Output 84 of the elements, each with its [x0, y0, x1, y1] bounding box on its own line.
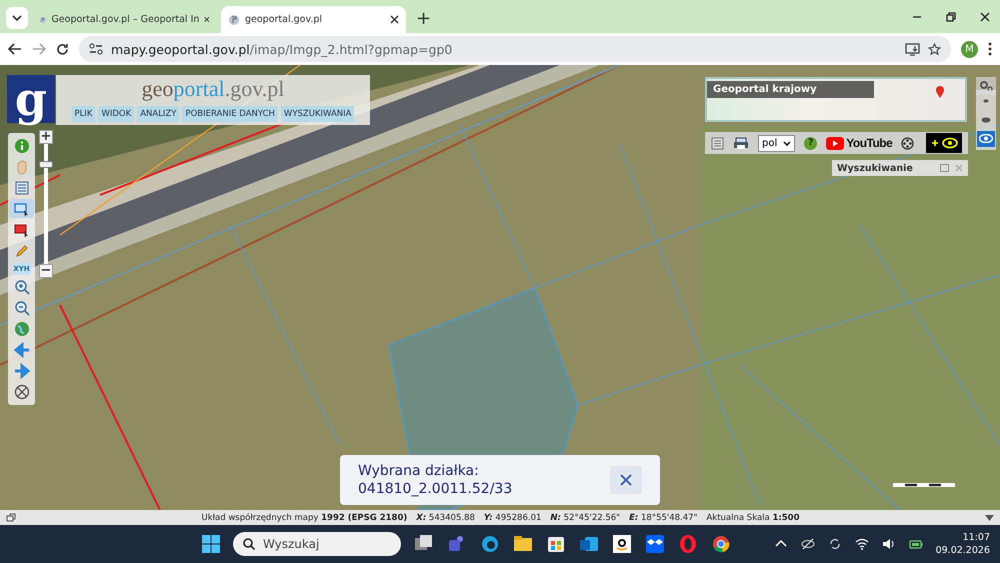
status-text: Układ współrzędnych mapy 1992 (EPSG 2180) — [201, 512, 408, 522]
status-text: Aktualna Skala 1:500 — [706, 512, 800, 522]
zoom-in-icon — [14, 278, 30, 295]
browser-tab[interactable]: geoportal.gov.pl — [221, 6, 406, 33]
crosshair-icon — [14, 384, 30, 400]
popup-title: Wybrana działka: — [358, 462, 480, 480]
clock[interactable]: 11:07 09.02.2026 — [936, 531, 990, 557]
browser-icon[interactable] — [480, 534, 500, 554]
select-rectangle-icon — [14, 200, 30, 217]
star-icon[interactable] — [928, 42, 941, 56]
globe-favicon-icon — [228, 14, 240, 26]
back-arrow-icon — [14, 342, 30, 358]
plus-eye-icon — [930, 137, 958, 149]
search-panel[interactable]: Wyszukiwanie — [832, 160, 968, 176]
wifi-icon[interactable] — [854, 537, 869, 551]
close-icon[interactable] — [390, 15, 399, 24]
status-text: N: 52°45'22.56" — [550, 512, 620, 522]
help-button[interactable]: ? — [804, 136, 818, 150]
select-rectangle-icon — [14, 222, 30, 238]
browser-tab[interactable]: Geoportal.gov.pl – Geoportal In — [32, 6, 217, 33]
scale-bar-icon — [893, 482, 955, 488]
dot-icon — [983, 99, 989, 104]
close-icon — [620, 474, 632, 486]
site-settings-icon[interactable] — [89, 43, 103, 55]
chevron-down-icon — [783, 140, 792, 146]
search-field[interactable]: Wyszukaj — [233, 532, 401, 556]
eye-icon — [981, 116, 991, 123]
site-logo[interactable]: g — [7, 75, 55, 123]
view-mode-button[interactable] — [977, 130, 995, 147]
legend-icon[interactable] — [711, 136, 724, 150]
video-link[interactable]: YouTube — [826, 136, 892, 150]
mail-icon[interactable] — [579, 534, 599, 554]
folder-icon[interactable] — [513, 534, 533, 554]
film-reel-icon[interactable] — [901, 136, 914, 150]
printer-icon[interactable] — [733, 136, 749, 150]
windows-start-icon[interactable] — [202, 535, 220, 553]
restore-icon[interactable] — [946, 12, 956, 22]
eye-icon — [979, 134, 993, 144]
status-text: E: 18°55'48.47" — [629, 512, 698, 522]
accessibility-button[interactable] — [926, 133, 962, 153]
install-app-icon[interactable] — [905, 42, 920, 56]
search-icon — [243, 538, 255, 550]
overview-map[interactable]: Geoportal krajowy — [705, 77, 967, 122]
overview-map-label: Geoportal krajowy — [707, 81, 874, 98]
sync-icon[interactable] — [828, 537, 842, 551]
pencil-icon — [14, 243, 30, 260]
menu-item[interactable]: WIDOK — [98, 106, 134, 122]
back-arrow-icon[interactable] — [8, 43, 22, 55]
status-text: X: 543405.88 — [416, 512, 475, 522]
parcel-id: 041810_2.0011.52/33 — [358, 480, 512, 498]
url-text: mapy.geoportal.gov.pl/imap/Imgp_2.html?gpmap=gp0 — [111, 42, 454, 56]
close-button[interactable] — [610, 466, 642, 494]
store-icon[interactable] — [546, 534, 566, 554]
status-text: Y: 495286.01 — [484, 512, 542, 522]
new-tab-button[interactable]: + — [416, 8, 432, 29]
zoom-out-icon — [14, 300, 30, 316]
play-icon — [826, 136, 844, 150]
panel-title: Wyszukiwanie — [837, 162, 914, 174]
address-bar[interactable]: mapy.geoportal.gov.pl/imap/Imgp_2.html?gpmap=gp0 — [79, 36, 951, 62]
more-menu-icon[interactable] — [988, 42, 992, 56]
menu-item[interactable]: POBIERANIE DANYCH — [182, 106, 278, 122]
eye-off-icon[interactable] — [800, 537, 815, 551]
menu-item[interactable]: ANALIZY — [137, 106, 180, 122]
info-icon — [14, 138, 30, 154]
map-tool-button[interactable] — [9, 199, 34, 218]
maximize-icon[interactable] — [940, 164, 949, 172]
resize-icon[interactable] — [6, 513, 16, 522]
reload-icon[interactable] — [56, 42, 69, 56]
menu-item[interactable]: PLIK — [72, 106, 96, 122]
close-icon[interactable] — [204, 15, 210, 24]
site-title: geoportal.gov.pl — [142, 77, 284, 101]
forward-arrow-icon — [14, 363, 30, 380]
zoom-in-button[interactable]: + — [39, 130, 53, 144]
speaker-icon[interactable] — [882, 537, 896, 551]
zoom-out-button[interactable]: − — [39, 264, 53, 278]
close-icon[interactable] — [980, 12, 990, 22]
location-pin-icon — [935, 85, 945, 99]
globe-icon — [14, 320, 30, 337]
language-select[interactable]: pol — [758, 134, 796, 152]
chevron-down-icon — [12, 15, 22, 21]
table-icon — [14, 180, 30, 196]
tab-list-button[interactable] — [6, 7, 28, 29]
caret-down-icon[interactable] — [985, 514, 994, 520]
menu-item[interactable]: WYSZUKIWANIA — [280, 106, 354, 122]
